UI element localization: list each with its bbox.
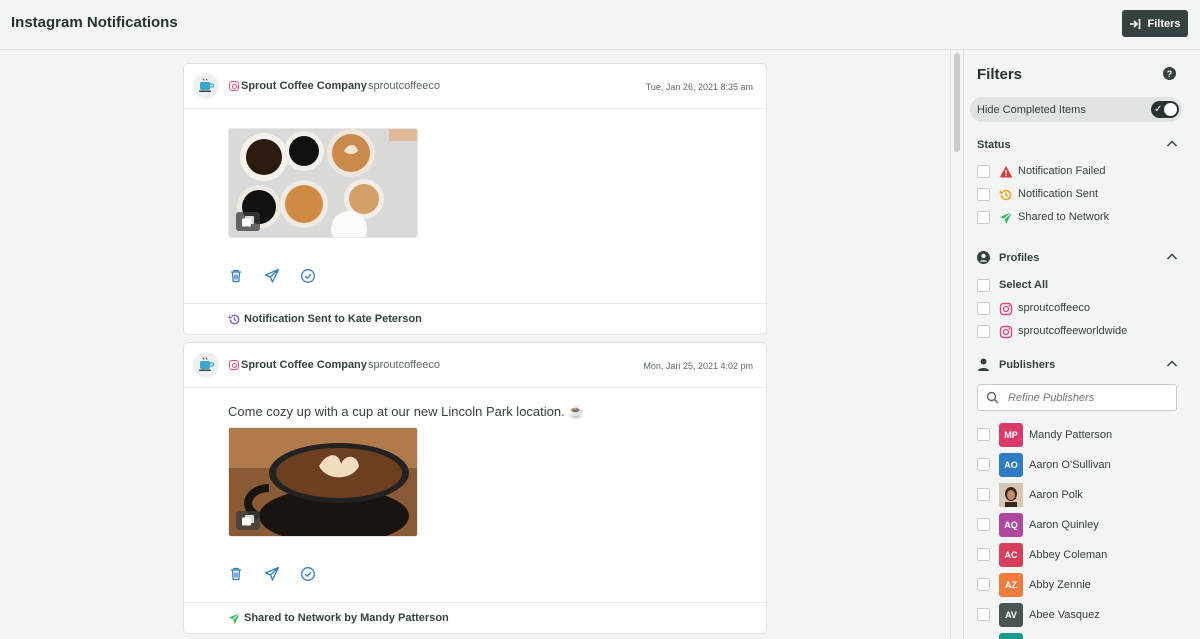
post-image[interactable] bbox=[228, 427, 418, 537]
profile-handle: sproutcoffeeco bbox=[368, 359, 440, 371]
chevron-up-icon[interactable] bbox=[1166, 358, 1178, 370]
avatar bbox=[999, 633, 1023, 639]
card-footer: Shared to Network by Mandy Patterson bbox=[184, 602, 766, 633]
help-icon[interactable]: ? bbox=[1163, 67, 1176, 80]
card-actions bbox=[228, 566, 316, 582]
profiles-section-title[interactable]: Profiles bbox=[999, 252, 1039, 264]
notification-card: Sprout Coffee Company sproutcoffeeco Mon… bbox=[183, 342, 767, 634]
publisher-name: Aaron Quinley bbox=[1029, 519, 1099, 531]
filters-toggle-button[interactable]: Filters bbox=[1122, 10, 1188, 37]
card-header: Sprout Coffee Company sproutcoffeeco Tue… bbox=[184, 64, 766, 109]
footer-status-text: Shared to Network by Mandy Patterson bbox=[244, 612, 449, 624]
notification-feed: Sprout Coffee Company sproutcoffeeco Tue… bbox=[0, 50, 950, 639]
avatar bbox=[999, 483, 1023, 507]
avatar: AZ bbox=[999, 573, 1023, 597]
publisher-checkbox[interactable] bbox=[977, 458, 990, 471]
publisher-name: Abbey Coleman bbox=[1029, 549, 1108, 561]
profile-handle: sproutcoffeeco bbox=[368, 80, 440, 92]
status-option-label: Notification Sent bbox=[1018, 188, 1099, 200]
footer-status-text: Notification Sent to Kate Peterson bbox=[244, 313, 422, 325]
filters-panel: Filters ? Hide Completed Items ✓ Status … bbox=[963, 50, 1188, 639]
avatar: AV bbox=[999, 603, 1023, 627]
search-icon bbox=[986, 391, 999, 404]
feed-scrollbar[interactable] bbox=[950, 50, 962, 639]
profile-name[interactable]: Sprout Coffee Company bbox=[241, 80, 367, 92]
publisher-search bbox=[977, 384, 1177, 411]
status-sent-checkbox[interactable] bbox=[977, 188, 990, 201]
card-header: Sprout Coffee Company sproutcoffeeco Mon… bbox=[184, 343, 766, 388]
check-circle-icon[interactable] bbox=[300, 268, 316, 284]
status-failed-checkbox[interactable] bbox=[977, 165, 990, 178]
publisher-checkbox[interactable] bbox=[977, 608, 990, 621]
profile-checkbox[interactable] bbox=[977, 302, 990, 315]
publisher-checkbox[interactable] bbox=[977, 578, 990, 591]
post-text: Come cozy up with a cup at our new Linco… bbox=[228, 404, 585, 419]
instagram-icon bbox=[229, 81, 239, 91]
user-circle-icon bbox=[977, 251, 990, 264]
send-icon[interactable] bbox=[264, 566, 280, 582]
multi-image-icon bbox=[236, 511, 260, 530]
publisher-name: Aaron O'Sullivan bbox=[1029, 459, 1111, 471]
trash-icon[interactable] bbox=[228, 566, 244, 582]
send-icon[interactable] bbox=[264, 268, 280, 284]
profile-name[interactable]: Sprout Coffee Company bbox=[241, 359, 367, 371]
profile-option-label: sproutcoffeeworldwide bbox=[1018, 325, 1128, 337]
publisher-name: Mandy Patterson bbox=[1029, 429, 1113, 441]
coffee-cup-logo bbox=[193, 73, 219, 99]
chevron-up-icon[interactable] bbox=[1166, 138, 1178, 150]
trash-icon[interactable] bbox=[228, 268, 244, 284]
card-actions bbox=[228, 268, 316, 284]
hide-completed-row: Hide Completed Items ✓ bbox=[970, 97, 1182, 122]
chevron-up-icon[interactable] bbox=[1166, 251, 1178, 263]
avatar: MP bbox=[999, 423, 1023, 447]
publisher-checkbox[interactable] bbox=[977, 548, 990, 561]
person-icon bbox=[978, 358, 989, 371]
filters-button-label: Filters bbox=[1147, 17, 1181, 30]
post-timestamp: Mon, Jan 25, 2021 4:02 pm bbox=[643, 361, 753, 371]
check-circle-icon[interactable] bbox=[300, 566, 316, 582]
profile-checkbox[interactable] bbox=[977, 325, 990, 338]
page-title: Instagram Notifications bbox=[11, 14, 178, 31]
avatar: AC bbox=[999, 543, 1023, 567]
publisher-name: Abby Zennie bbox=[1029, 579, 1091, 591]
publisher-checkbox[interactable] bbox=[977, 518, 990, 531]
publisher-name: Aaron Polk bbox=[1029, 489, 1083, 501]
avatar: AO bbox=[999, 453, 1023, 477]
profile-option-label: sproutcoffeeco bbox=[1018, 302, 1090, 314]
hide-completed-label: Hide Completed Items bbox=[977, 104, 1086, 116]
select-all-profiles-checkbox[interactable] bbox=[977, 279, 990, 292]
panel-expand-icon bbox=[1130, 18, 1141, 29]
send-icon bbox=[228, 612, 241, 624]
scrollbar-thumb[interactable] bbox=[954, 53, 960, 152]
status-shared-checkbox[interactable] bbox=[977, 211, 990, 224]
send-icon bbox=[1000, 211, 1013, 224]
coffee-cup-logo bbox=[193, 352, 219, 378]
avatar: AQ bbox=[999, 513, 1023, 537]
publisher-checkbox[interactable] bbox=[977, 428, 990, 441]
instagram-icon bbox=[999, 325, 1013, 339]
select-all-label: Select All bbox=[999, 279, 1049, 291]
publisher-checkbox[interactable] bbox=[977, 488, 990, 501]
warning-icon bbox=[999, 166, 1013, 178]
publishers-section-title[interactable]: Publishers bbox=[999, 359, 1055, 371]
post-timestamp: Tue, Jan 26, 2021 8:35 am bbox=[645, 82, 753, 92]
status-option-label: Shared to Network bbox=[1018, 211, 1110, 223]
filters-title: Filters bbox=[977, 66, 1023, 83]
history-icon bbox=[228, 314, 240, 324]
status-section-title[interactable]: Status bbox=[977, 139, 1011, 151]
history-icon bbox=[999, 189, 1012, 201]
publisher-name: Abee Vasquez bbox=[1029, 609, 1100, 621]
post-image[interactable] bbox=[228, 128, 418, 238]
toggle-knob bbox=[1164, 103, 1177, 116]
instagram-icon bbox=[229, 360, 239, 370]
status-option-label: Notification Failed bbox=[1018, 165, 1106, 177]
instagram-icon bbox=[999, 302, 1013, 316]
hide-completed-toggle[interactable]: ✓ bbox=[1151, 101, 1179, 118]
top-bar: Instagram Notifications Filters bbox=[0, 0, 1200, 50]
notification-card: Sprout Coffee Company sproutcoffeeco Tue… bbox=[183, 63, 767, 335]
publisher-search-input[interactable] bbox=[1008, 390, 1168, 406]
check-icon: ✓ bbox=[1154, 104, 1163, 115]
multi-image-icon bbox=[236, 212, 260, 231]
card-footer: Notification Sent to Kate Peterson bbox=[184, 303, 766, 334]
